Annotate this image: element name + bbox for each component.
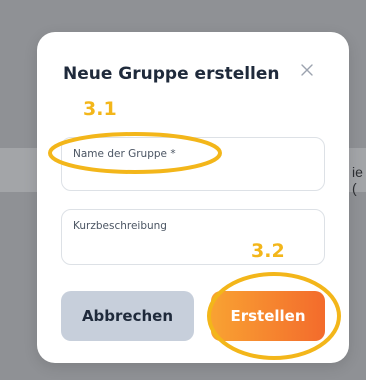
close-icon[interactable]	[299, 62, 315, 78]
create-group-dialog: Neue Gruppe erstellen Name der Gruppe * …	[37, 32, 349, 363]
dialog-title: Neue Gruppe erstellen	[63, 64, 280, 84]
annotation-step-3-1: 3.1	[83, 98, 117, 120]
short-description-field[interactable]: Kurzbeschreibung	[61, 209, 325, 265]
annotation-step-3-2: 3.2	[251, 240, 285, 262]
cancel-button[interactable]: Abbrechen	[61, 291, 194, 341]
group-name-field[interactable]: Name der Gruppe *	[61, 137, 325, 191]
short-description-label: Kurzbeschreibung	[73, 220, 167, 232]
create-button[interactable]: Erstellen	[211, 291, 325, 341]
group-name-label: Name der Gruppe *	[73, 148, 176, 160]
background-page-text: ie (	[352, 164, 363, 196]
